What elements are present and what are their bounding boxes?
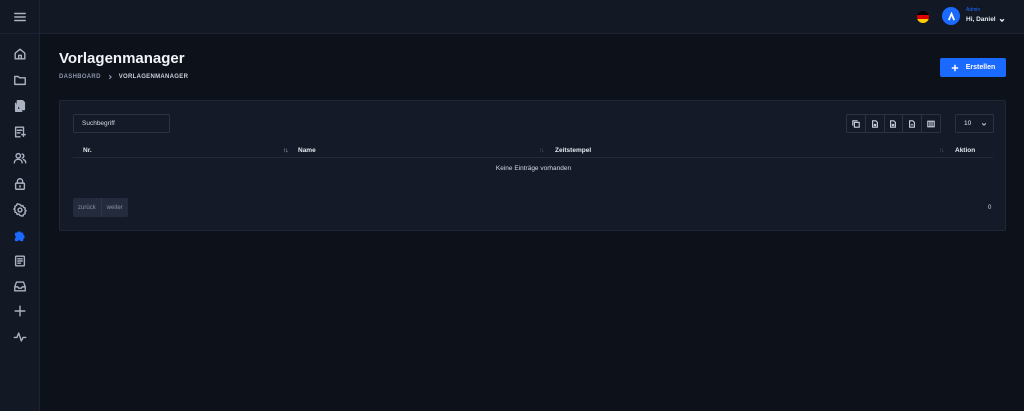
column-header-action: Aktion	[955, 147, 976, 154]
menu-toggle-button[interactable]	[0, 0, 40, 34]
avatar[interactable]	[942, 7, 960, 25]
menu-icon	[14, 12, 26, 21]
inbox-icon	[14, 281, 26, 292]
sidebar-item-security[interactable]	[10, 174, 30, 194]
column-header-name[interactable]: Name	[298, 147, 316, 154]
sidebar-item-home[interactable]	[10, 44, 30, 64]
lock-icon	[14, 178, 26, 190]
sort-icon[interactable]: ↑↓	[539, 147, 544, 154]
create-button[interactable]: Erstellen	[940, 58, 1006, 77]
entry-count: 0	[988, 205, 992, 211]
page-title: Vorlagenmanager	[59, 50, 185, 67]
excel-export-button[interactable]	[885, 115, 904, 132]
chevron-down-icon	[981, 122, 987, 126]
copy-icon	[852, 119, 860, 128]
page-size-value: 10	[964, 120, 972, 127]
user-greeting: Hi, Daniel	[966, 16, 996, 23]
previous-page-button[interactable]: zurück	[73, 198, 101, 217]
table-card: 10 Nr. ↑↓ Name ↑↓ Zeitstempel ↑↓ Aktion …	[59, 100, 1006, 231]
users-icon	[13, 152, 27, 164]
sidebar-item-reports[interactable]	[10, 251, 30, 271]
breadcrumb: DASHBOARD VORLAGENMANAGER	[59, 74, 188, 80]
columns-icon	[927, 120, 935, 127]
settings-icon	[13, 203, 27, 217]
column-visibility-button[interactable]	[922, 115, 940, 132]
column-header-timestamp[interactable]: Zeitstempel	[555, 147, 591, 154]
excel-icon	[890, 119, 897, 128]
topbar: Admin Hi, Daniel	[40, 0, 1024, 34]
language-flag-icon[interactable]	[917, 11, 929, 23]
folder-icon	[14, 75, 26, 86]
pdf-export-button[interactable]	[903, 115, 923, 132]
table-header: Nr. ↑↓ Name ↑↓ Zeitstempel ↑↓ Aktion	[73, 143, 993, 158]
create-button-label: Erstellen	[965, 64, 996, 71]
csv-icon	[871, 119, 878, 128]
sidebar-item-users[interactable]	[10, 148, 30, 168]
chevron-right-icon	[108, 74, 112, 80]
next-page-button[interactable]: weiter	[100, 198, 128, 217]
empty-table-message: Keine Einträge vorhanden	[495, 165, 572, 172]
copy-button[interactable]	[847, 115, 866, 132]
column-header-nr[interactable]: Nr.	[83, 147, 92, 154]
report-icon	[14, 255, 26, 267]
export-button-group	[846, 114, 941, 133]
sidebar-item-add[interactable]	[10, 301, 30, 321]
edit-list-icon	[14, 126, 26, 138]
home-icon	[14, 48, 26, 60]
plus-icon	[951, 64, 958, 71]
plus-icon	[14, 305, 26, 317]
pagination: zurück weiter	[73, 198, 128, 217]
user-icon	[947, 11, 955, 20]
sidebar-item-documents[interactable]	[10, 96, 30, 116]
sidebar-item-files[interactable]	[10, 70, 30, 90]
search-input[interactable]	[73, 114, 170, 133]
pdf-icon	[909, 119, 916, 128]
sidebar-item-templates[interactable]	[10, 226, 30, 246]
chevron-down-icon	[999, 18, 1005, 22]
sidebar-item-settings[interactable]	[10, 200, 30, 220]
puzzle-icon	[14, 231, 25, 242]
breadcrumb-dashboard[interactable]: DASHBOARD	[59, 74, 101, 80]
sidebar-item-edit-list[interactable]	[10, 122, 30, 142]
activity-icon	[13, 332, 27, 342]
sidebar	[0, 0, 40, 411]
page-size-select[interactable]: 10	[955, 114, 994, 133]
sidebar-item-inbox[interactable]	[10, 276, 30, 296]
sidebar-item-activity[interactable]	[10, 327, 30, 347]
user-menu[interactable]: Hi, Daniel	[966, 16, 1005, 23]
user-role: Admin	[966, 7, 981, 13]
sort-icon[interactable]: ↑↓	[283, 147, 288, 154]
sort-icon[interactable]: ↑↓	[939, 147, 944, 154]
csv-export-button[interactable]	[866, 115, 885, 132]
breadcrumb-current: VORLAGENMANAGER	[118, 74, 189, 80]
documents-icon	[14, 100, 26, 112]
